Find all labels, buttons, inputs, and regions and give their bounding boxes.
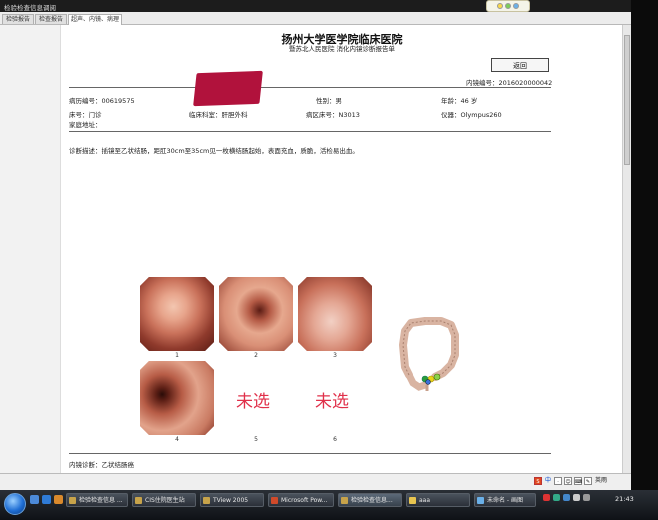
image-caption: 6 <box>333 436 337 443</box>
title-bar: 检验检查信息调阅 <box>0 0 631 12</box>
image-caption: 3 <box>333 352 337 359</box>
redaction-mark <box>193 70 263 107</box>
app-icon <box>135 497 142 504</box>
home-address: 家庭地址： <box>69 121 102 129</box>
taskbar-item-label: Microsoft Pow... <box>281 497 328 504</box>
taskbar-item[interactable]: 检验检查信息 ... <box>66 493 128 507</box>
report-page: 扬州大学医学院临床医院 暨苏北人民医院 消化内镜诊断报告单 返回 内镜编号：20… <box>60 25 623 473</box>
ime-mode[interactable]: 中 <box>544 477 552 485</box>
ime-emoji-icon[interactable]: ☺ <box>564 477 573 485</box>
tray-icon[interactable] <box>563 494 570 501</box>
taskbar-item-label: 检验检查信息... <box>351 497 393 504</box>
ime-logo-icon[interactable]: S <box>534 477 542 485</box>
tab-ultrasound-endoscopy-pathology[interactable]: 超声、内镜、病理 <box>68 14 122 25</box>
tray-icon[interactable] <box>543 494 550 501</box>
toolbar-dot-icon[interactable] <box>497 3 503 9</box>
taskbar-item[interactable]: Microsoft Pow... <box>268 493 334 507</box>
folder-icon <box>409 497 416 504</box>
endoscopy-number: 内镜编号：2016020000042 <box>466 79 553 87</box>
marker-3-icon <box>433 373 441 381</box>
taskbar: 检验检查信息 ... CIS住院医生站 TView 2005 Microsoft… <box>0 490 658 520</box>
folder-icon[interactable] <box>54 495 63 504</box>
taskbar-item[interactable]: TView 2005 <box>200 493 264 507</box>
show-desktop-icon[interactable] <box>30 495 39 504</box>
patient-age: 年龄：46 岁 <box>441 97 478 105</box>
unselected-label: 未选 <box>236 392 270 412</box>
report-subtitle: 暨苏北人民医院 消化内镜诊断报告单 <box>288 45 396 53</box>
endoscopy-diagnosis: 内镜诊断：乙状结肠癌 <box>69 461 134 469</box>
image-caption: 5 <box>254 436 258 443</box>
floating-toolbar[interactable] <box>486 0 530 12</box>
ward-bed: 病区床号：N3013 <box>306 111 360 119</box>
vertical-scrollbar[interactable] <box>622 25 631 473</box>
unselected-label: 未选 <box>315 392 349 412</box>
toolbar-dot-icon[interactable] <box>513 3 519 9</box>
divider <box>69 131 551 132</box>
background-window-strip <box>631 0 658 490</box>
colon-diagram-icon <box>399 317 459 391</box>
app-icon <box>203 497 210 504</box>
divider <box>69 87 551 88</box>
taskbar-item-label: aaa <box>419 497 431 504</box>
paint-icon <box>477 497 484 504</box>
status-bar: S 中 · ☺ ⌨ ✎ 英雨 <box>0 473 631 491</box>
taskbar-item-label: CIS住院医生站 <box>145 497 185 504</box>
ime-punct-icon[interactable]: · <box>554 477 563 485</box>
main-window: 检验检查信息调阅 检验报告 检查报告 超声、内镜、病理 扬州大学医学院临床医院 … <box>0 0 631 491</box>
tab-exam-report[interactable]: 检查报告 <box>35 14 67 24</box>
ime-label: 英雨 <box>595 477 608 484</box>
app-icon <box>69 497 76 504</box>
tray-icon[interactable] <box>553 494 560 501</box>
record-number: 病历编号：00619575 <box>69 97 135 105</box>
toolbar-dot-icon[interactable] <box>505 3 511 9</box>
start-button[interactable] <box>4 493 26 515</box>
taskbar-item[interactable]: 检验检查信息... <box>338 493 402 507</box>
taskbar-item-label: 未命名 - 画图 <box>487 497 523 504</box>
tab-strip: 检验报告 检查报告 超声、内镜、病理 <box>0 12 631 25</box>
back-button[interactable]: 返回 <box>491 58 549 72</box>
ime-keyboard-icon[interactable]: ⌨ <box>574 477 582 485</box>
image-caption: 1 <box>175 352 179 359</box>
exam-description: 诊断描述：插镜至乙状结肠，距肛30cm至35cm见一枚横结肠起始，表面充血，质脆… <box>69 147 359 155</box>
scrollbar-thumb[interactable] <box>624 35 630 165</box>
endoscopy-image-1[interactable] <box>140 277 214 351</box>
divider <box>69 453 551 454</box>
app-icon <box>341 497 348 504</box>
taskbar-item[interactable]: aaa <box>406 493 470 507</box>
window-title: 检验检查信息调阅 <box>4 4 56 12</box>
ime-toolbar[interactable]: S 中 · ☺ ⌨ ✎ 英雨 <box>534 475 608 487</box>
image-caption: 4 <box>175 436 179 443</box>
endoscopy-image-4[interactable] <box>140 361 214 435</box>
taskbar-item[interactable]: 未命名 - 画图 <box>474 493 536 507</box>
image-caption: 2 <box>254 352 258 359</box>
patient-sex: 性别：男 <box>316 97 342 105</box>
marker-4-icon <box>425 379 431 385</box>
browser-icon[interactable] <box>42 495 51 504</box>
taskbar-item[interactable]: CIS住院医生站 <box>132 493 196 507</box>
endoscopy-image-2[interactable] <box>219 277 293 351</box>
clinical-department: 临床科室：肝胆外科 <box>189 111 248 119</box>
app-icon <box>271 497 278 504</box>
bed-number: 床号：门诊 <box>69 111 102 119</box>
tab-lab-report[interactable]: 检验报告 <box>2 14 34 24</box>
endoscopy-image-3[interactable] <box>298 277 372 351</box>
volume-icon[interactable] <box>573 494 580 501</box>
network-icon[interactable] <box>583 494 590 501</box>
clock[interactable]: 21:43 <box>615 495 634 503</box>
taskbar-item-label: TView 2005 <box>213 497 249 504</box>
taskbar-item-label: 检验检查信息 ... <box>79 497 123 504</box>
instrument: 仪器：Olympus260 <box>441 111 502 119</box>
ime-settings-icon[interactable]: ✎ <box>584 477 593 485</box>
